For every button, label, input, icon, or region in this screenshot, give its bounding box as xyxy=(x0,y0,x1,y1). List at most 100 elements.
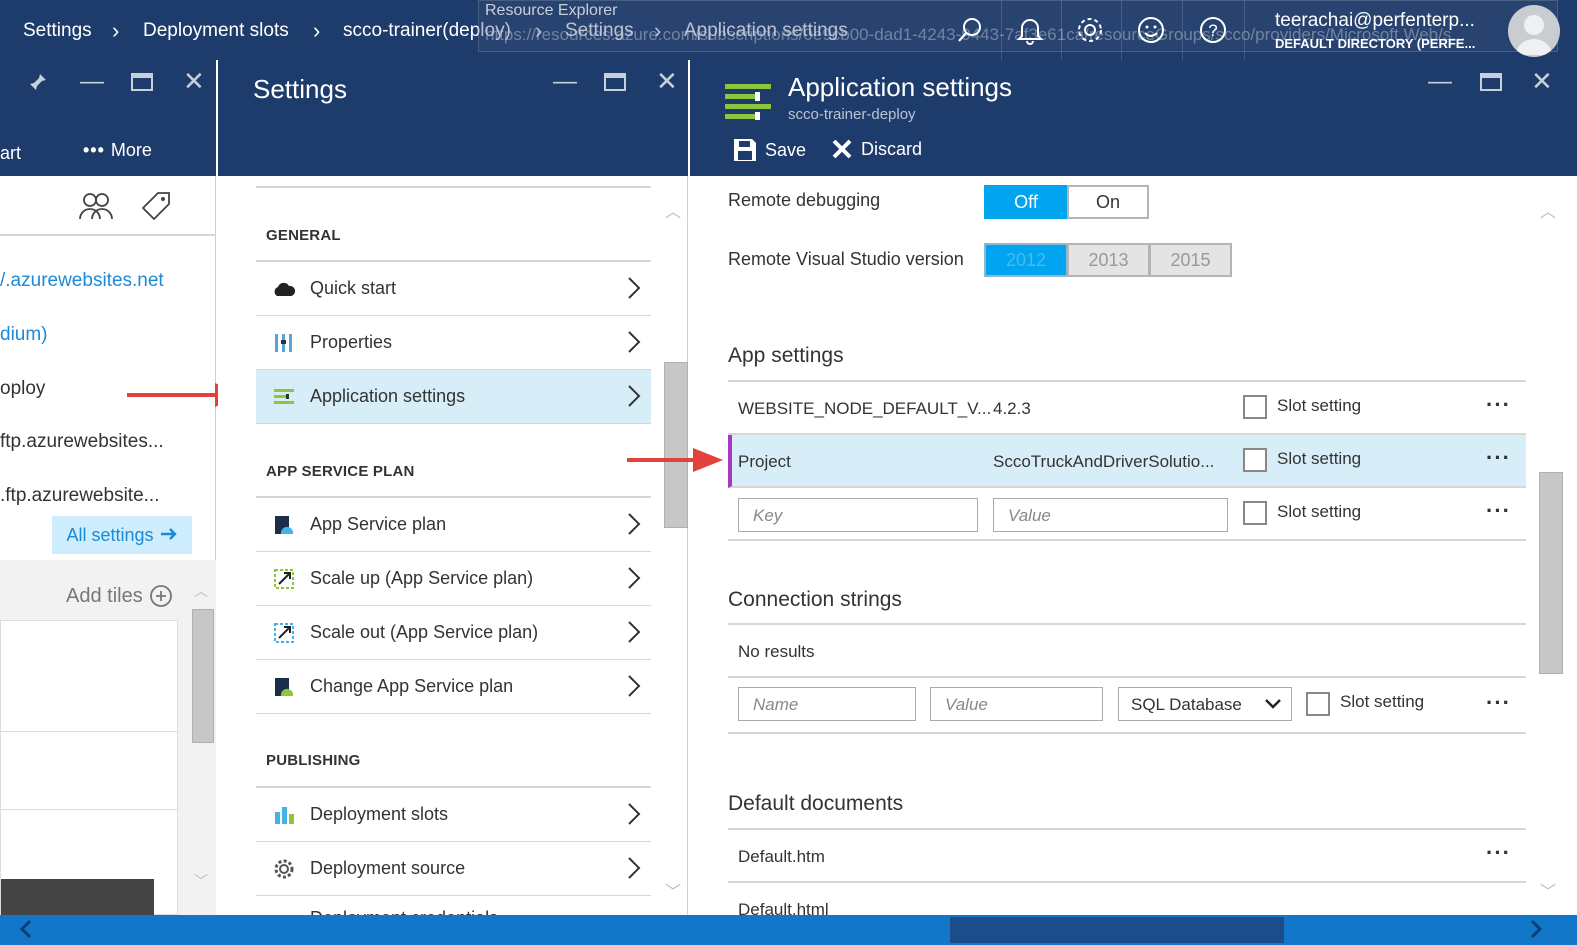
menu-item-scale-up[interactable]: Scale up (App Service plan) xyxy=(256,552,651,606)
blade1-scrollbar[interactable]: ︿ ﹀ xyxy=(190,581,214,891)
more-options-icon[interactable]: ··· xyxy=(1486,498,1511,524)
users-icon[interactable] xyxy=(78,191,114,226)
tag-icon[interactable] xyxy=(140,190,172,227)
more-options-icon[interactable]: ··· xyxy=(1486,445,1511,471)
setting-key[interactable]: WEBSITE_NODE_DEFAULT_V... xyxy=(738,399,991,419)
minimize-icon[interactable]: — xyxy=(553,68,577,96)
scroll-up-icon[interactable]: ︿ xyxy=(194,581,208,601)
search-icon[interactable] xyxy=(950,10,990,50)
blade3-scrollbar[interactable]: ︿ ﹀ xyxy=(1538,198,1563,901)
remote-vs-2015[interactable]: 2015 xyxy=(1149,243,1232,277)
scroll-down-icon[interactable]: ﹀ xyxy=(665,878,681,902)
remote-vs-2013[interactable]: 2013 xyxy=(1067,243,1150,277)
connection-type-select[interactable]: SQL Database xyxy=(1118,687,1292,721)
close-icon[interactable]: ✕ xyxy=(183,66,205,97)
slot-setting-checkbox[interactable] xyxy=(1243,395,1267,419)
blade3-body: Remote debugging Off On Remote Visual St… xyxy=(690,176,1577,920)
menu-label: Deployment source xyxy=(310,858,466,878)
bell-icon[interactable] xyxy=(1010,10,1050,50)
scroll-right-icon[interactable] xyxy=(1528,918,1544,945)
horizontal-scrollbar[interactable] xyxy=(0,915,1577,945)
scroll-thumb[interactable] xyxy=(1539,472,1563,674)
more-options-icon[interactable]: ··· xyxy=(1486,840,1511,866)
new-key-input[interactable]: Key xyxy=(738,498,978,532)
add-tiles-button[interactable]: Add tiles xyxy=(66,584,173,608)
gear-icon[interactable] xyxy=(1070,10,1110,50)
user-directory[interactable]: DEFAULT DIRECTORY (PERFE... xyxy=(1275,36,1475,51)
maximize-icon[interactable] xyxy=(131,73,153,96)
pricing-tier-link[interactable]: dium) xyxy=(0,324,48,346)
menu-item-scale-out[interactable]: Scale out (App Service plan) xyxy=(256,606,651,660)
scale-up-icon xyxy=(270,565,298,593)
connection-name-input[interactable]: Name xyxy=(738,687,916,721)
menu-item-deployment-source[interactable]: Deployment source xyxy=(256,842,651,896)
discard-icon xyxy=(832,139,852,159)
scroll-thumb[interactable] xyxy=(950,917,1284,943)
slot-name: oploy xyxy=(0,378,46,399)
menu-item-application-settings[interactable]: Application settings xyxy=(256,370,651,424)
remote-debugging-on[interactable]: On xyxy=(1067,185,1149,219)
tile-placeholder xyxy=(0,620,179,916)
maximize-icon[interactable] xyxy=(604,73,626,96)
close-icon[interactable]: ✕ xyxy=(656,66,678,97)
smiley-icon[interactable] xyxy=(1131,10,1171,50)
site-url-link[interactable]: /.azurewebsites.net xyxy=(0,270,164,292)
scroll-left-icon[interactable] xyxy=(18,918,34,945)
setting-value[interactable]: SccoTruckAndDriverSolutio... xyxy=(993,452,1214,472)
menu-item-deployment-credentials[interactable]: Deployment credentials xyxy=(256,896,651,916)
menu-item-deployment-slots[interactable]: Deployment slots xyxy=(256,788,651,842)
more-options-icon[interactable]: ··· xyxy=(1486,690,1511,716)
new-value-input[interactable]: Value xyxy=(993,498,1228,532)
remote-vs-2012[interactable]: 2012 xyxy=(984,243,1068,277)
menu-item-app-service-plan[interactable]: App Service plan xyxy=(256,498,651,552)
more-label: More xyxy=(110,140,152,160)
scroll-down-icon[interactable]: ﹀ xyxy=(194,871,208,891)
menu-label: App Service plan xyxy=(310,514,447,534)
ftp-host: ftp.azurewebsites... xyxy=(0,431,164,452)
default-document-name[interactable]: Default.html xyxy=(738,900,829,915)
top-bar: Settings › Deployment slots › scco-train… xyxy=(0,0,1577,60)
close-icon[interactable]: ✕ xyxy=(1531,66,1553,97)
user-email[interactable]: teerachai@perfenterp... xyxy=(1275,10,1475,32)
menu-item-properties[interactable]: Properties xyxy=(256,316,651,370)
chevron-right-icon xyxy=(627,276,641,305)
toolbar-start-partial[interactable]: art xyxy=(0,143,21,164)
all-settings-button[interactable]: All settings xyxy=(52,516,192,554)
menu-item-quick-start[interactable]: Quick start xyxy=(256,262,651,316)
discard-button[interactable]: Discard xyxy=(831,138,922,160)
menu-label: Scale out (App Service plan) xyxy=(310,622,539,642)
slot-setting-checkbox[interactable] xyxy=(1306,692,1330,716)
breadcrumb-deployment-slots[interactable]: Deployment slots xyxy=(143,20,289,42)
plus-circle-icon xyxy=(149,585,172,607)
menu-item-change-plan[interactable]: Change App Service plan xyxy=(256,660,651,714)
more-options-icon[interactable]: ··· xyxy=(1486,392,1511,418)
chevron-right-icon xyxy=(627,674,641,703)
help-icon[interactable]: ? xyxy=(1193,10,1233,50)
scroll-thumb[interactable] xyxy=(192,609,214,743)
table-row: Default.html xyxy=(728,883,1526,915)
more-button[interactable]: ••• More xyxy=(83,140,152,161)
breadcrumb-chevron-icon: › xyxy=(112,18,120,43)
setting-value[interactable]: 4.2.3 xyxy=(993,399,1031,419)
default-document-name[interactable]: Default.htm xyxy=(738,847,825,867)
avatar[interactable] xyxy=(1508,5,1560,57)
slot-setting-checkbox[interactable] xyxy=(1243,501,1267,525)
scroll-up-icon[interactable]: ︿ xyxy=(665,198,681,222)
table-row: WEBSITE_NODE_DEFAULT_V... 4.2.3 Slot set… xyxy=(728,382,1526,435)
connection-value-input[interactable]: Value xyxy=(930,687,1103,721)
breadcrumb-settings[interactable]: Settings xyxy=(23,20,92,42)
ellipsis-icon: ••• xyxy=(83,140,105,160)
scroll-up-icon[interactable]: ︿ xyxy=(1540,198,1556,222)
slot-setting-checkbox[interactable] xyxy=(1243,448,1267,472)
save-button[interactable]: Save xyxy=(733,138,806,162)
minimize-icon[interactable]: — xyxy=(1428,68,1452,96)
section-app-service-plan: APP SERVICE PLAN xyxy=(266,463,415,480)
app-settings-title: App settings xyxy=(728,344,844,367)
scroll-down-icon[interactable]: ﹀ xyxy=(1540,878,1556,902)
setting-key[interactable]: Project xyxy=(738,452,791,472)
remote-debugging-off[interactable]: Off xyxy=(984,185,1068,219)
maximize-icon[interactable] xyxy=(1480,73,1502,96)
pin-icon[interactable] xyxy=(28,72,48,97)
minimize-icon[interactable]: — xyxy=(80,68,104,96)
blade2-scrollbar[interactable]: ︿ ﹀ xyxy=(663,198,688,901)
